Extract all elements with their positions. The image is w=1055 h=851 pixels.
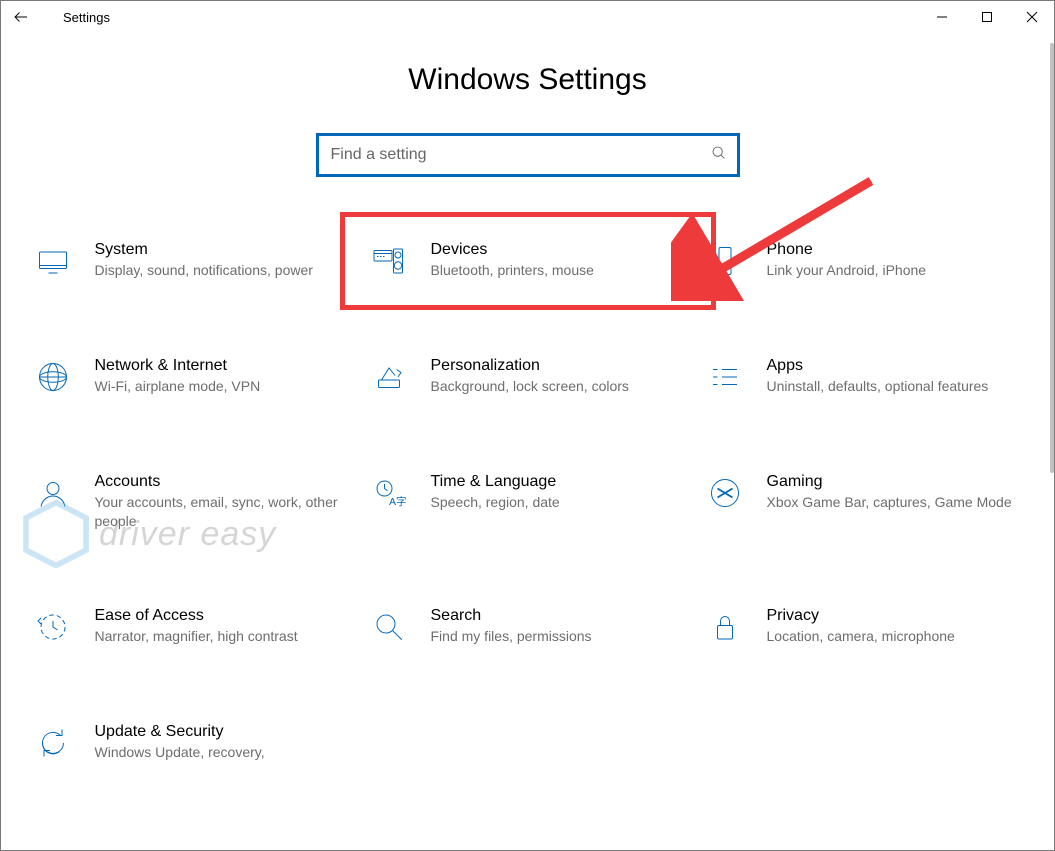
tile-desc: Your accounts, email, sync, work, other … <box>95 493 351 531</box>
tile-ease[interactable]: Ease of Access Narrator, magnifier, high … <box>27 601 357 653</box>
tile-title: Update & Security <box>95 723 351 741</box>
search-input[interactable] <box>331 146 711 164</box>
tile-desc: Find my files, permissions <box>431 627 687 646</box>
tile-accounts[interactable]: Accounts Your accounts, email, sync, work… <box>27 467 357 537</box>
personalization-icon <box>369 357 409 397</box>
maximize-icon <box>981 11 993 23</box>
close-icon <box>1026 11 1038 23</box>
accounts-icon <box>33 473 73 513</box>
tile-title: Phone <box>767 241 1023 259</box>
tile-privacy[interactable]: Privacy Location, camera, microphone <box>699 601 1029 653</box>
tile-gaming[interactable]: Gaming Xbox Game Bar, captures, Game Mode <box>699 467 1029 537</box>
tile-time[interactable]: A字 Time & Language Speech, region, date <box>363 467 693 537</box>
tile-desc: Link your Android, iPhone <box>767 261 1023 280</box>
gaming-icon <box>705 473 745 513</box>
tile-desc: Background, lock screen, colors <box>431 377 687 396</box>
tile-personalization[interactable]: Personalization Background, lock screen, … <box>363 351 693 403</box>
privacy-icon <box>705 607 745 647</box>
tile-title: Devices <box>431 241 687 259</box>
tile-title: Apps <box>767 357 1023 375</box>
search-icon <box>369 607 409 647</box>
content-area: Windows Settings System Display, sound, n… <box>1 33 1054 850</box>
back-button[interactable] <box>9 5 33 29</box>
tile-network[interactable]: Network & Internet Wi-Fi, airplane mode, … <box>27 351 357 403</box>
tile-update[interactable]: Update & Security Windows Update, recover… <box>27 717 357 769</box>
minimize-icon <box>936 11 948 23</box>
phone-icon <box>705 241 745 281</box>
titlebar: Settings <box>1 1 1054 33</box>
tile-desc: Bluetooth, printers, mouse <box>431 261 687 280</box>
devices-icon <box>369 241 409 281</box>
maximize-button[interactable] <box>964 2 1009 32</box>
tile-desc: Xbox Game Bar, captures, Game Mode <box>767 493 1023 512</box>
search-icon <box>711 145 727 166</box>
tile-title: Personalization <box>431 357 687 375</box>
tile-desc: Windows Update, recovery, <box>95 743 351 762</box>
ease-icon <box>33 607 73 647</box>
tile-title: Gaming <box>767 473 1023 491</box>
svg-text:A字: A字 <box>389 495 407 508</box>
close-button[interactable] <box>1009 2 1054 32</box>
search-box[interactable] <box>316 133 740 177</box>
tile-search[interactable]: Search Find my files, permissions <box>363 601 693 653</box>
window-title: Settings <box>63 10 110 25</box>
tile-desc: Speech, region, date <box>431 493 687 512</box>
scrollbar[interactable] <box>1042 33 1054 850</box>
tile-desc: Uninstall, defaults, optional features <box>767 377 1023 396</box>
tile-title: Ease of Access <box>95 607 351 625</box>
minimize-button[interactable] <box>919 2 964 32</box>
network-icon <box>33 357 73 397</box>
tile-system[interactable]: System Display, sound, notifications, pow… <box>27 235 357 287</box>
tile-title: System <box>95 241 351 259</box>
tile-title: Time & Language <box>431 473 687 491</box>
page-title: Windows Settings <box>1 63 1054 97</box>
tile-title: Privacy <box>767 607 1023 625</box>
tile-title: Accounts <box>95 473 351 491</box>
tile-desc: Wi-Fi, airplane mode, VPN <box>95 377 351 396</box>
tile-desc: Narrator, magnifier, high contrast <box>95 627 351 646</box>
arrow-left-icon <box>12 8 30 26</box>
tile-desc: Display, sound, notifications, power <box>95 261 351 280</box>
tile-devices[interactable]: Devices Bluetooth, printers, mouse <box>363 235 693 287</box>
update-icon <box>33 723 73 763</box>
system-icon <box>33 241 73 281</box>
time-icon: A字 <box>369 473 409 513</box>
tile-desc: Location, camera, microphone <box>767 627 1023 646</box>
tile-apps[interactable]: Apps Uninstall, defaults, optional featur… <box>699 351 1029 403</box>
tile-phone[interactable]: Phone Link your Android, iPhone <box>699 235 1029 287</box>
scrollbar-thumb[interactable] <box>1050 43 1054 473</box>
tile-title: Network & Internet <box>95 357 351 375</box>
tile-title: Search <box>431 607 687 625</box>
apps-icon <box>705 357 745 397</box>
